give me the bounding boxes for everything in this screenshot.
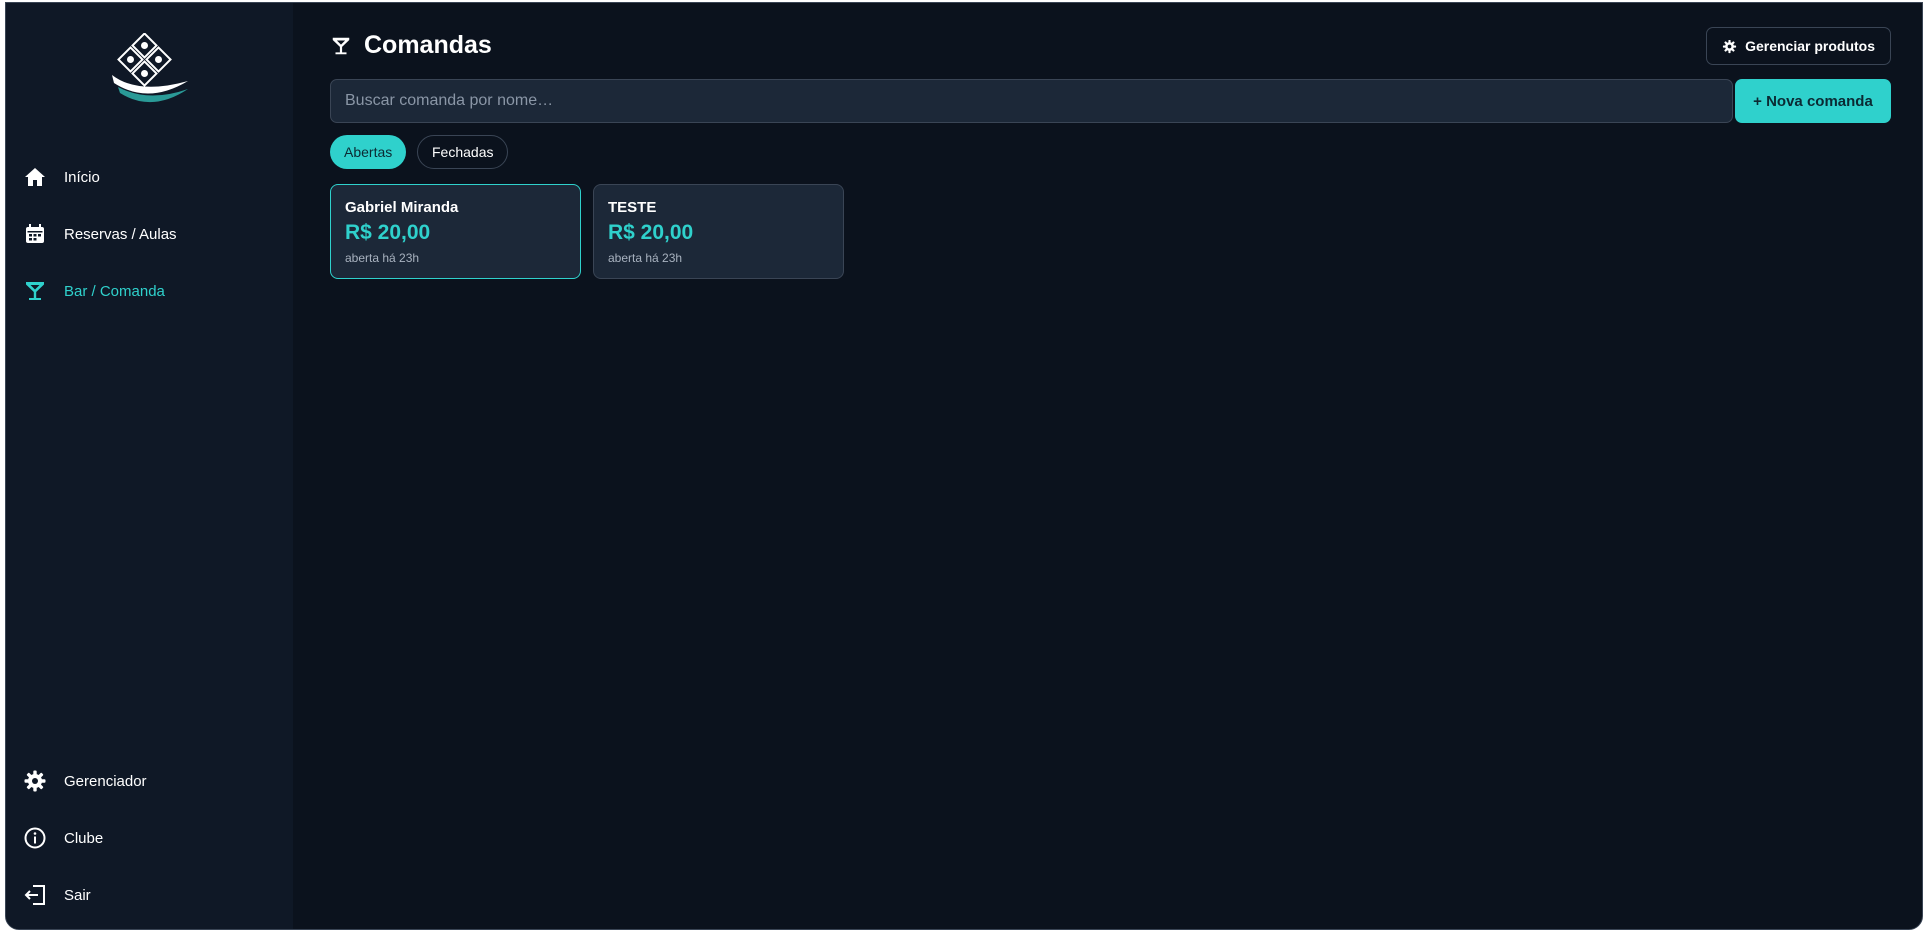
calendar-icon — [22, 221, 48, 247]
sidebar-item-label: Bar / Comanda — [64, 282, 165, 300]
manage-products-label: Gerenciar produtos — [1745, 38, 1875, 54]
sidebar: Início Reservas / Aulas Bar / Comanda Ge… — [6, 3, 293, 929]
tab-card[interactable]: Gabriel Miranda R$ 20,00 aberta há 23h — [330, 184, 581, 279]
new-tab-button[interactable]: + Nova comanda — [1735, 79, 1891, 123]
sidebar-item-label: Gerenciador — [64, 772, 147, 790]
search-input[interactable] — [330, 79, 1733, 123]
cocktail-icon — [22, 278, 48, 304]
tab-card-amount: R$ 20,00 — [608, 221, 694, 244]
sidebar-item-gerenciador[interactable]: Gerenciador — [22, 765, 147, 797]
home-icon — [22, 164, 48, 190]
tab-card-status: aberta há 23h — [345, 251, 420, 265]
tab-card-amount: R$ 20,00 — [345, 221, 431, 244]
manage-products-button[interactable]: Gerenciar produtos — [1706, 27, 1891, 65]
tab-card-name: Gabriel Miranda — [345, 199, 459, 216]
club-logo — [108, 32, 196, 111]
cocktail-icon — [330, 35, 352, 57]
logout-icon — [22, 882, 48, 908]
sidebar-item-inicio[interactable]: Início — [22, 161, 100, 193]
filter-open[interactable]: Abertas — [330, 135, 407, 169]
sidebar-item-reservas[interactable]: Reservas / Aulas — [22, 218, 177, 250]
info-icon — [22, 825, 48, 851]
page-title: Comandas — [330, 31, 492, 60]
gear-icon — [1722, 39, 1737, 54]
tab-card[interactable]: TESTE R$ 20,00 aberta há 23h — [593, 184, 844, 279]
gear-icon — [22, 768, 48, 794]
tab-card-status: aberta há 23h — [608, 251, 683, 265]
sidebar-item-label: Reservas / Aulas — [64, 225, 177, 243]
sidebar-item-clube[interactable]: Clube — [22, 822, 103, 854]
sidebar-item-label: Sair — [64, 886, 91, 904]
sidebar-item-sair[interactable]: Sair — [22, 879, 91, 911]
page-title-text: Comandas — [364, 31, 492, 59]
sidebar-item-bar-comanda[interactable]: Bar / Comanda — [22, 275, 165, 307]
sidebar-item-label: Início — [64, 168, 100, 186]
app-window: Início Reservas / Aulas Bar / Comanda Ge… — [5, 2, 1923, 930]
filter-closed[interactable]: Fechadas — [417, 135, 509, 169]
main-content: Comandas Gerenciar produtos + Nova co — [293, 3, 1922, 929]
tab-card-name: TESTE — [608, 199, 657, 216]
sidebar-item-label: Clube — [64, 829, 104, 847]
